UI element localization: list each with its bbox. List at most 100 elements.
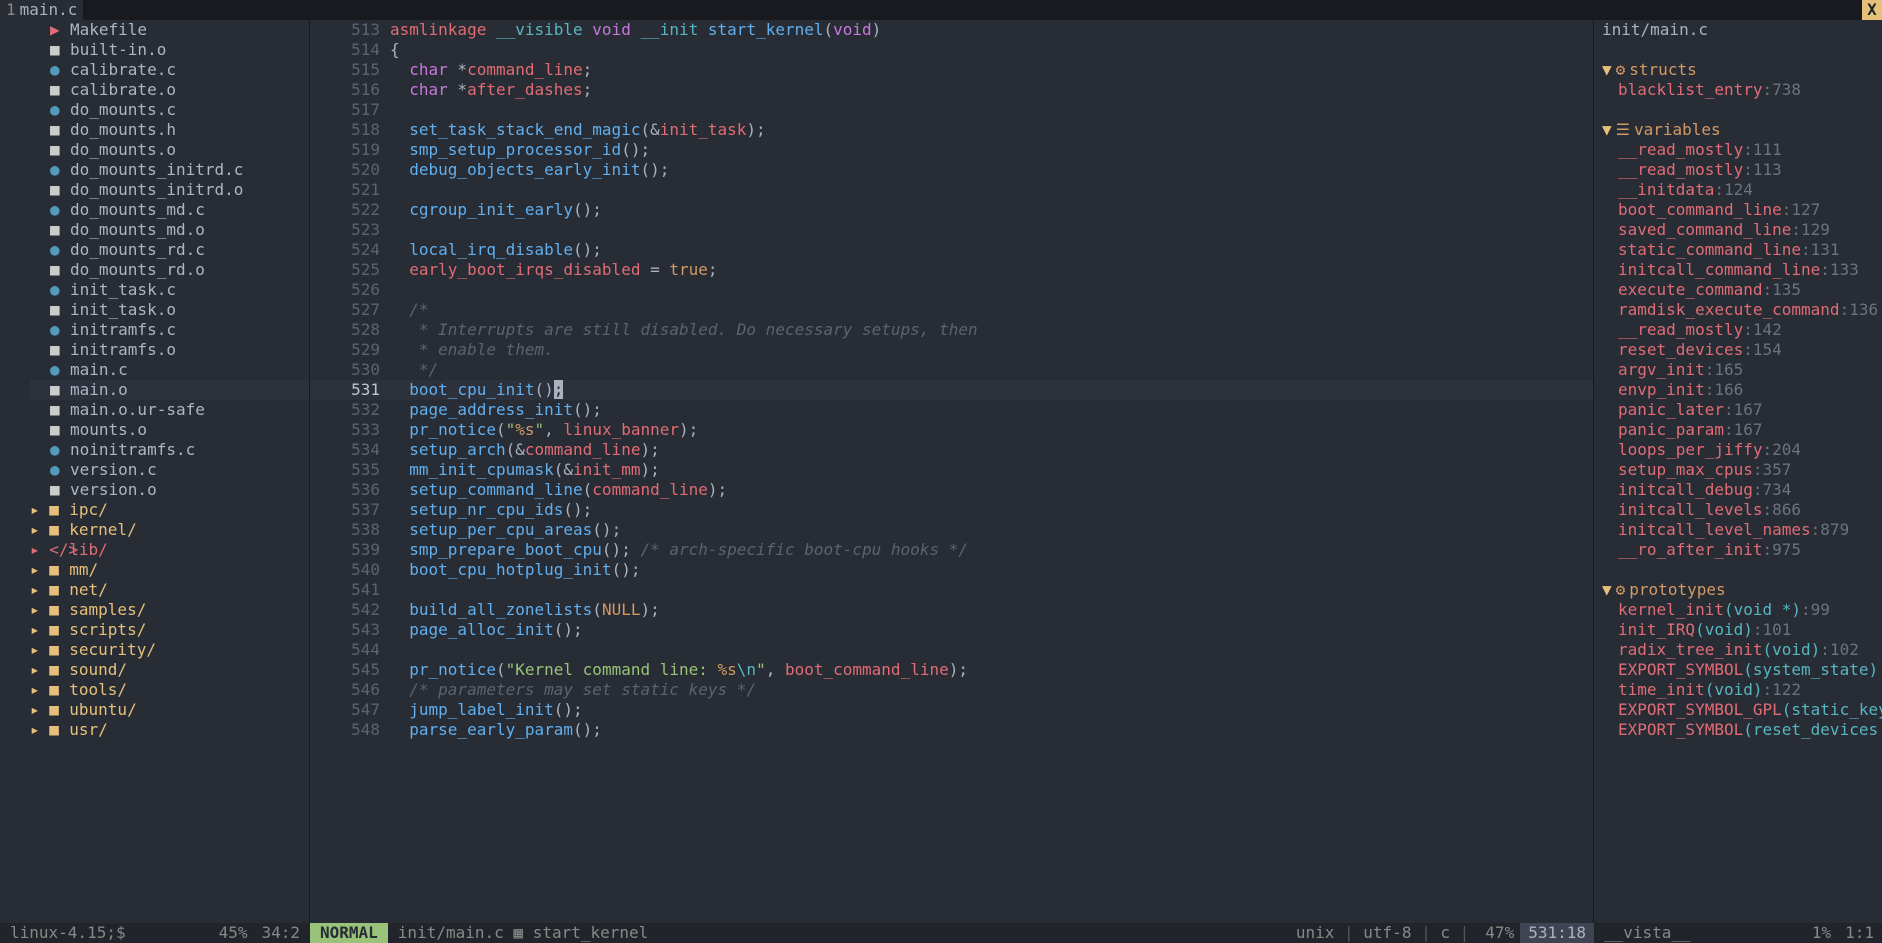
code-line[interactable]: 536 setup_command_line(command_line); (310, 480, 1593, 500)
code-line[interactable]: 516 char *after_dashes; (310, 80, 1593, 100)
outline-item[interactable]: initcall_level_names:879 (1602, 520, 1882, 540)
file-tree-item[interactable]: ●do_mounts_initrd.c (30, 160, 309, 180)
code-line[interactable]: 532 page_address_init(); (310, 400, 1593, 420)
code-line[interactable]: 522 cgroup_init_early(); (310, 200, 1593, 220)
file-tree-item[interactable]: ▸ ■scripts/ (30, 620, 309, 640)
file-tree-item[interactable]: ●init_task.c (30, 280, 309, 300)
code-line[interactable]: 520 debug_objects_early_init(); (310, 160, 1593, 180)
code-line[interactable]: 538 setup_per_cpu_areas(); (310, 520, 1593, 540)
file-tree-item[interactable]: ●calibrate.c (30, 60, 309, 80)
file-tree-item[interactable]: ■mounts.o (30, 420, 309, 440)
code-line[interactable]: 527 /* (310, 300, 1593, 320)
file-tree-item[interactable]: ■main.o (30, 380, 309, 400)
file-tree-item[interactable]: ■initramfs.o (30, 340, 309, 360)
file-tree-item[interactable]: ▸ ■mm/ (30, 560, 309, 580)
outline-item[interactable]: kernel_init(void *):99 (1602, 600, 1882, 620)
file-tree-item[interactable]: ■main.o.ur-safe (30, 400, 309, 420)
outline-item[interactable]: panic_param:167 (1602, 420, 1882, 440)
outline-item[interactable]: initcall_command_line:133 (1602, 260, 1882, 280)
outline-section[interactable]: ▼☰variables (1602, 120, 1882, 140)
file-tree-item[interactable]: ■version.o (30, 480, 309, 500)
outline-item[interactable]: envp_init:166 (1602, 380, 1882, 400)
code-line[interactable]: 524 local_irq_disable(); (310, 240, 1593, 260)
outline-item[interactable]: time_init(void):122 (1602, 680, 1882, 700)
outline-item[interactable]: initcall_levels:866 (1602, 500, 1882, 520)
outline-item[interactable]: static_command_line:131 (1602, 240, 1882, 260)
outline-panel[interactable]: init/main.c▼⚙structsblacklist_entry:738▼… (1594, 20, 1882, 923)
file-tree-item[interactable]: ▸ ■usr/ (30, 720, 309, 740)
outline-item[interactable]: setup_max_cpus:357 (1602, 460, 1882, 480)
code-line[interactable]: 544 (310, 640, 1593, 660)
file-tree-item[interactable]: ●do_mounts_rd.c (30, 240, 309, 260)
file-tree-item[interactable]: ●initramfs.c (30, 320, 309, 340)
outline-item[interactable]: reset_devices:154 (1602, 340, 1882, 360)
code-line[interactable]: 539 smp_prepare_boot_cpu(); /* arch-spec… (310, 540, 1593, 560)
outline-item[interactable]: loops_per_jiffy:204 (1602, 440, 1882, 460)
code-line[interactable]: 540 boot_cpu_hotplug_init(); (310, 560, 1593, 580)
code-line[interactable]: 514{ (310, 40, 1593, 60)
outline-item[interactable]: panic_later:167 (1602, 400, 1882, 420)
code-line[interactable]: 545 pr_notice("Kernel command line: %s\n… (310, 660, 1593, 680)
code-line[interactable]: 542 build_all_zonelists(NULL); (310, 600, 1593, 620)
tab-1[interactable]: 1 main.c (0, 0, 83, 20)
code-line[interactable]: 547 jump_label_init(); (310, 700, 1593, 720)
outline-item[interactable]: saved_command_line:129 (1602, 220, 1882, 240)
outline-section[interactable]: ▼⚙structs (1602, 60, 1882, 80)
outline-section[interactable]: ▼⚙prototypes (1602, 580, 1882, 600)
code-line[interactable]: 533 pr_notice("%s", linux_banner); (310, 420, 1593, 440)
code-line[interactable]: 530 */ (310, 360, 1593, 380)
code-line[interactable]: 528 * Interrupts are still disabled. Do … (310, 320, 1593, 340)
file-tree-item[interactable]: ■do_mounts_md.o (30, 220, 309, 240)
outline-item[interactable]: __read_mostly:113 (1602, 160, 1882, 180)
code-line[interactable]: 518 set_task_stack_end_magic(&init_task)… (310, 120, 1593, 140)
file-tree-item[interactable]: ●main.c (30, 360, 309, 380)
outline-item[interactable]: __read_mostly:142 (1602, 320, 1882, 340)
code-line[interactable]: 529 * enable them. (310, 340, 1593, 360)
outline-item[interactable]: EXPORT_SYMBOL(system_state) (1602, 660, 1882, 680)
outline-item[interactable]: blacklist_entry:738 (1602, 80, 1882, 100)
file-tree-item[interactable]: ▸ ■ubuntu/ (30, 700, 309, 720)
file-tree-item[interactable]: ■do_mounts_initrd.o (30, 180, 309, 200)
outline-item[interactable]: ramdisk_execute_command:136 (1602, 300, 1882, 320)
file-tree-item[interactable]: ■do_mounts_rd.o (30, 260, 309, 280)
file-tree-item[interactable]: ▸ </>lib/ (30, 540, 309, 560)
file-tree-item[interactable]: ▸ ■sound/ (30, 660, 309, 680)
file-tree-item[interactable]: ▸ ■ipc/ (30, 500, 309, 520)
file-tree-item[interactable]: ●do_mounts_md.c (30, 200, 309, 220)
outline-item[interactable]: EXPORT_SYMBOL_GPL(static_key (1602, 700, 1882, 720)
code-line[interactable]: 517 (310, 100, 1593, 120)
code-line[interactable]: 537 setup_nr_cpu_ids(); (310, 500, 1593, 520)
file-tree-item[interactable]: ▸ ■tools/ (30, 680, 309, 700)
file-tree-item[interactable]: ●version.c (30, 460, 309, 480)
code-line[interactable]: 531 boot_cpu_init(); (310, 380, 1593, 400)
outline-item[interactable]: radix_tree_init(void):102 (1602, 640, 1882, 660)
code-line[interactable]: 535 mm_init_cpumask(&init_mm); (310, 460, 1593, 480)
file-tree-item[interactable]: ▸ ■security/ (30, 640, 309, 660)
code-line[interactable]: 526 (310, 280, 1593, 300)
outline-item[interactable]: __read_mostly:111 (1602, 140, 1882, 160)
file-tree-item[interactable]: ●do_mounts.c (30, 100, 309, 120)
outline-item[interactable]: EXPORT_SYMBOL(reset_devices (1602, 720, 1882, 740)
code-line[interactable]: 515 char *command_line; (310, 60, 1593, 80)
file-tree-item[interactable]: ■built-in.o (30, 40, 309, 60)
file-tree-item[interactable]: ▸ ■net/ (30, 580, 309, 600)
file-tree-item[interactable]: ▸ ■samples/ (30, 600, 309, 620)
code-line[interactable]: 525 early_boot_irqs_disabled = true; (310, 260, 1593, 280)
code-line[interactable]: 523 (310, 220, 1593, 240)
code-line[interactable]: 519 smp_setup_processor_id(); (310, 140, 1593, 160)
file-tree[interactable]: ▶Makefile■built-in.o●calibrate.c■calibra… (0, 20, 310, 923)
code-line[interactable]: 513asmlinkage __visible void __init star… (310, 20, 1593, 40)
outline-item[interactable]: boot_command_line:127 (1602, 200, 1882, 220)
file-tree-item[interactable]: ■init_task.o (30, 300, 309, 320)
close-button[interactable]: X (1862, 0, 1882, 20)
code-line[interactable]: 534 setup_arch(&command_line); (310, 440, 1593, 460)
code-editor[interactable]: 513asmlinkage __visible void __init star… (310, 20, 1594, 923)
file-tree-item[interactable]: ▸ ■kernel/ (30, 520, 309, 540)
outline-item[interactable]: execute_command:135 (1602, 280, 1882, 300)
file-tree-item[interactable]: ■do_mounts.h (30, 120, 309, 140)
file-tree-item[interactable]: ■do_mounts.o (30, 140, 309, 160)
code-line[interactable]: 546 /* parameters may set static keys */ (310, 680, 1593, 700)
outline-item[interactable]: argv_init:165 (1602, 360, 1882, 380)
outline-item[interactable]: initcall_debug:734 (1602, 480, 1882, 500)
file-tree-item[interactable]: ■calibrate.o (30, 80, 309, 100)
